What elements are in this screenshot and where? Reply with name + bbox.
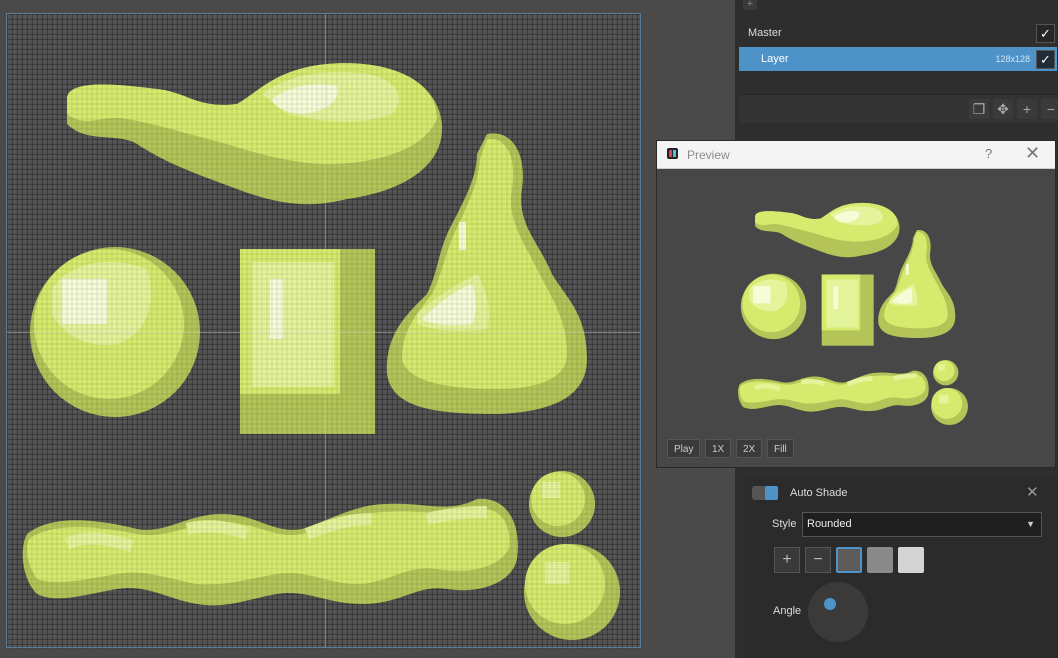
- canvas-area[interactable]: [0, 0, 735, 658]
- app-icon: [667, 148, 678, 159]
- horizontal-guide: [7, 332, 640, 333]
- preview-title: Preview: [687, 148, 730, 162]
- plus-icon[interactable]: +: [743, 0, 757, 10]
- help-icon[interactable]: ?: [985, 146, 992, 161]
- chevron-down-icon: ▼: [1026, 519, 1035, 529]
- zoom-1x-button[interactable]: 1X: [705, 439, 732, 458]
- style-value: Rounded: [807, 518, 852, 530]
- style-dropdown[interactable]: Rounded ▼: [802, 512, 1042, 537]
- shade-swatch[interactable]: [836, 547, 862, 573]
- vertical-guide: [325, 14, 326, 647]
- style-label: Style: [772, 518, 797, 530]
- preview-titlebar[interactable]: Preview ? ✕: [657, 141, 1055, 169]
- close-icon[interactable]: ✕: [1026, 483, 1039, 501]
- layer-row-layer[interactable]: Layer 128x128 ✓: [739, 47, 1057, 71]
- visibility-checkbox[interactable]: ✓: [1036, 23, 1055, 43]
- close-icon[interactable]: ✕: [1025, 143, 1040, 164]
- remove-color-button[interactable]: −: [805, 547, 831, 573]
- angle-label: Angle: [773, 605, 802, 617]
- add-color-button[interactable]: +: [774, 547, 800, 573]
- layer-row-master[interactable]: Master ✓: [739, 21, 1057, 45]
- auto-shade-panel: Auto Shade ✕ Style Rounded ▼ + − Angle: [744, 478, 1058, 658]
- visibility-checkbox[interactable]: ✓: [1036, 49, 1055, 69]
- layer-name: Layer: [761, 53, 789, 65]
- angle-handle[interactable]: [824, 598, 836, 610]
- layer-name: Master: [748, 27, 782, 39]
- shade-swatch[interactable]: [898, 547, 924, 573]
- move-icon[interactable]: ✥: [993, 99, 1013, 119]
- copy-icon[interactable]: ❐: [969, 99, 989, 119]
- layer-size: 128x128: [995, 54, 1030, 64]
- angle-dial[interactable]: [808, 582, 868, 642]
- plus-icon[interactable]: +: [1017, 99, 1037, 119]
- minus-icon[interactable]: −: [1041, 99, 1058, 119]
- auto-shade-toggle[interactable]: [752, 486, 778, 500]
- pixel-canvas[interactable]: [6, 13, 642, 649]
- fill-button[interactable]: Fill: [767, 439, 794, 458]
- auto-shade-title: Auto Shade: [790, 487, 848, 499]
- preview-window: Preview ? ✕ Play 1X 2X Fill: [656, 140, 1056, 468]
- layers-toolbar: ❐ ✥ + −: [739, 94, 1058, 123]
- shade-swatch[interactable]: [867, 547, 893, 573]
- zoom-2x-button[interactable]: 2X: [736, 439, 763, 458]
- preview-image: [657, 169, 1055, 434]
- play-button[interactable]: Play: [667, 439, 701, 458]
